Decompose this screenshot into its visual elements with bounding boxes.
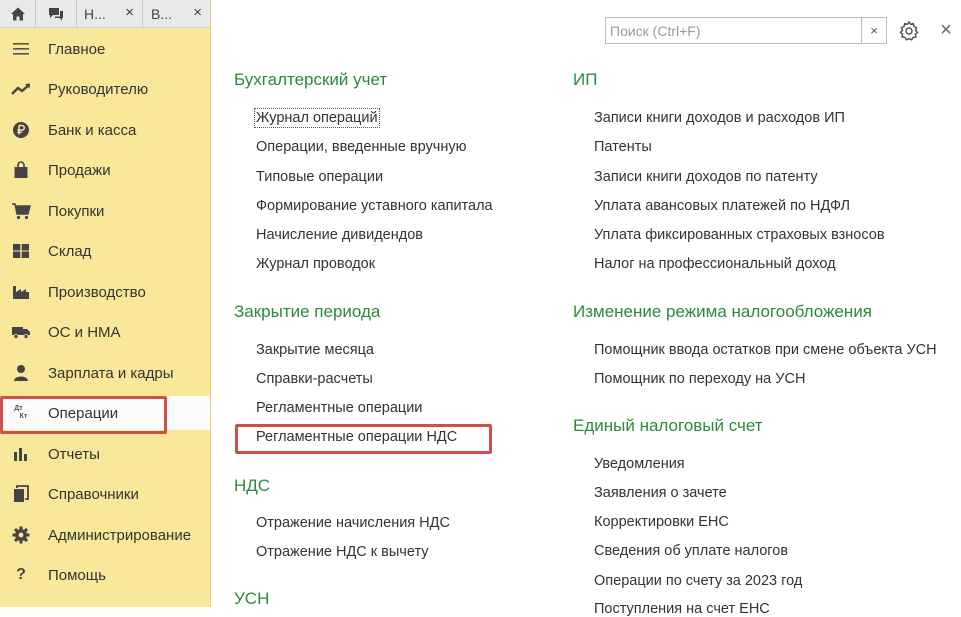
link-professional-income-tax[interactable]: Налог на профессиональный доход	[594, 256, 836, 272]
sidebar-item-warehouse[interactable]: Склад	[0, 234, 210, 268]
link-tax-payment-info[interactable]: Сведения об уплате налогов	[594, 543, 788, 559]
menu-lines-icon	[10, 38, 32, 60]
link-ndfl-advance[interactable]: Уплата авансовых платежей по НДФЛ	[594, 198, 850, 214]
sidebar-item-main[interactable]: Главное	[0, 32, 210, 66]
sidebar-item-directories[interactable]: Справочники	[0, 477, 210, 511]
link-patents[interactable]: Патенты	[594, 139, 652, 155]
gear-icon	[899, 20, 919, 41]
open-tab-1[interactable]: Н... ×	[76, 0, 143, 27]
dt-kt-icon: Дт Кт	[10, 402, 32, 424]
sidebar-item-label: Склад	[48, 242, 92, 260]
link-usn-balance-wizard[interactable]: Помощник ввода остатков при смене объект…	[594, 342, 937, 358]
tab-close-icon[interactable]: ×	[125, 4, 134, 21]
person-icon	[10, 362, 32, 384]
link-entries-journal[interactable]: Журнал проводок	[256, 256, 375, 272]
link-operations-journal[interactable]: Журнал операций	[254, 108, 380, 128]
group-title-vat: НДС	[234, 476, 271, 495]
link-calculation-notes[interactable]: Справки-расчеты	[256, 371, 373, 387]
search-clear-button[interactable]: ×	[861, 18, 886, 43]
books-icon	[10, 483, 32, 505]
sidebar-item-salary-hr[interactable]: Зарплата и кадры	[0, 356, 210, 390]
link-authorized-capital[interactable]: Формирование уставного капитала	[256, 198, 493, 214]
sidebar-item-label: Банк и касса	[48, 121, 137, 139]
warehouse-icon	[10, 240, 32, 262]
dt-label: Дт	[14, 405, 23, 412]
chat-bubbles-icon	[48, 7, 63, 20]
link-ens-adjustments[interactable]: Корректировки ЕНС	[594, 514, 729, 530]
sidebar-item-label: Помощь	[48, 566, 106, 584]
home-icon	[10, 7, 25, 20]
truck-icon	[10, 321, 32, 343]
tab-close-icon[interactable]: ×	[193, 4, 202, 21]
link-month-close[interactable]: Закрытие месяца	[256, 342, 374, 358]
sidebar-item-fixed-assets[interactable]: ОС и НМА	[0, 315, 210, 349]
top-toolbar: Н... × В... ×	[0, 0, 210, 28]
sidebar-item-help[interactable]: ? Помощь	[0, 558, 210, 592]
tab-label: В...	[151, 5, 173, 22]
window-close-icon[interactable]: ×	[936, 20, 956, 40]
link-ip-income-expense-book[interactable]: Записи книги доходов и расходов ИП	[594, 110, 845, 126]
group-title-ip: ИП	[573, 70, 598, 89]
sidebar-item-label: ОС и НМА	[48, 323, 121, 341]
link-manual-operations[interactable]: Операции, введенные вручную	[256, 139, 466, 155]
sidebar-item-operations[interactable]: Дт Кт Операции	[0, 396, 210, 430]
link-notifications[interactable]: Уведомления	[594, 456, 685, 472]
sidebar-item-label: Отчеты	[48, 445, 100, 463]
tab-label: Н...	[84, 5, 106, 22]
sidebar-item-label: Продажи	[48, 161, 111, 179]
gear-icon	[10, 524, 32, 546]
link-typical-operations[interactable]: Типовые операции	[256, 169, 383, 185]
home-button[interactable]	[0, 0, 36, 27]
link-ens-receipts[interactable]: Поступления на счет ЕНС	[594, 601, 770, 617]
shopping-cart-icon	[10, 200, 32, 222]
link-offset-applications[interactable]: Заявления о зачете	[594, 485, 727, 501]
search-box: ×	[605, 17, 887, 44]
sidebar-item-label: Справочники	[48, 485, 139, 503]
ruble-coin-icon	[10, 119, 32, 141]
link-account-operations-2023[interactable]: Операции по счету за 2023 год	[594, 573, 802, 589]
settings-button[interactable]	[897, 19, 921, 43]
kt-label: Кт	[19, 413, 28, 420]
sidebar-item-production[interactable]: Производство	[0, 275, 210, 309]
factory-icon	[10, 281, 32, 303]
discussions-button[interactable]	[35, 0, 77, 27]
sidebar-item-bank[interactable]: Банк и касса	[0, 113, 210, 147]
link-usn-transition-wizard[interactable]: Помощник по переходу на УСН	[594, 371, 805, 387]
group-title-ens: Единый налоговый счет	[573, 416, 763, 435]
link-routine-operations[interactable]: Регламентные операции	[256, 400, 422, 416]
group-title-usn: УСН	[234, 589, 270, 608]
link-vat-deduction[interactable]: Отражение НДС к вычету	[256, 544, 429, 560]
sidebar-item-reports[interactable]: Отчеты	[0, 437, 210, 471]
sidebar-item-label: Зарплата и кадры	[48, 364, 174, 382]
link-patent-income-book[interactable]: Записи книги доходов по патенту	[594, 169, 818, 185]
sidebar-item-purchases[interactable]: Покупки	[0, 194, 210, 228]
open-tab-2[interactable]: В... ×	[143, 0, 210, 27]
group-title-accounting: Бухгалтерский учет	[234, 70, 388, 89]
sidebar-item-label: Производство	[48, 283, 146, 301]
sidebar-item-label: Главное	[48, 40, 106, 58]
sidebar-item-administration[interactable]: Администрирование	[0, 518, 210, 552]
link-routine-operations-vat[interactable]: Регламентные операции НДС	[256, 429, 457, 445]
group-title-tax-regime: Изменение режима налогообложения	[573, 302, 872, 321]
link-vat-accrual[interactable]: Отражение начисления НДС	[256, 515, 450, 531]
search-input[interactable]	[606, 18, 866, 43]
bar-chart-icon	[10, 443, 32, 465]
trend-up-icon	[10, 78, 32, 100]
group-title-period-close: Закрытие периода	[234, 302, 381, 321]
sidebar-item-label: Администрирование	[48, 526, 192, 544]
sidebar-item-label: Руководителю	[48, 80, 149, 98]
link-fixed-insurance[interactable]: Уплата фиксированных страховых взносов	[594, 227, 885, 243]
sidebar-item-sales[interactable]: Продажи	[0, 153, 210, 187]
link-dividends[interactable]: Начисление дивидендов	[256, 227, 423, 243]
question-icon: ?	[16, 566, 26, 583]
sections-panel: Н... × В... × Главное Руководителю Банк …	[0, 0, 211, 607]
sidebar-item-label: Операции	[48, 404, 119, 422]
sidebar-item-label: Покупки	[48, 202, 105, 220]
sidebar-item-manager[interactable]: Руководителю	[0, 72, 210, 106]
shopping-bag-icon	[10, 159, 32, 181]
